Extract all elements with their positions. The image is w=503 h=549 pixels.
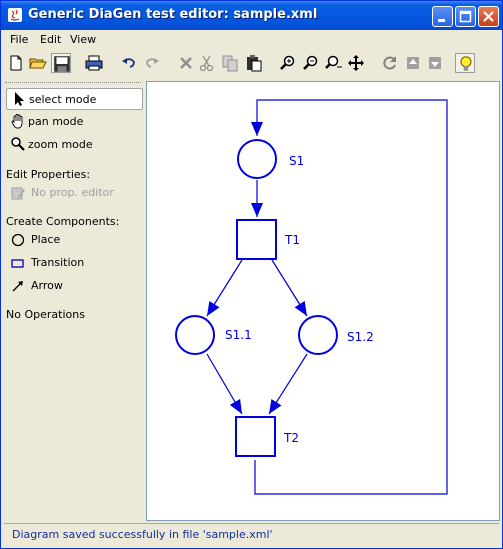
copy-icon	[222, 55, 238, 72]
magnifier-icon	[11, 137, 25, 151]
pan-mode-button[interactable]: pan mode	[6, 111, 143, 133]
arrow-icon	[12, 281, 23, 292]
zoom-fit-icon	[325, 55, 342, 69]
select-mode-button[interactable]: select mode	[6, 88, 143, 110]
minimize-icon	[438, 19, 445, 22]
title-bar[interactable]: Generic DiaGen test editor: sample.xml	[1, 1, 502, 30]
transition-tool[interactable]: Transition	[6, 254, 143, 272]
maximize-button[interactable]	[455, 6, 476, 27]
open-folder-icon	[29, 58, 47, 69]
move-button[interactable]	[346, 53, 366, 73]
no-prop-editor-label: No prop. editor	[31, 186, 114, 199]
transition-t2[interactable]	[235, 416, 276, 457]
move-icon	[348, 55, 364, 71]
print-icon	[85, 55, 103, 71]
rectangle-icon	[11, 259, 24, 268]
status-bar: Diagram saved successfully in file 'samp…	[4, 523, 499, 546]
back-icon	[407, 57, 419, 69]
zoom-out-button[interactable]	[301, 53, 321, 73]
delete-icon	[180, 57, 192, 69]
java-app-icon	[8, 8, 22, 22]
delete-button[interactable]	[176, 53, 196, 73]
left-panel: select mode pan mode zoom mode Edit Prop…	[4, 81, 144, 521]
back-button[interactable]	[403, 53, 423, 73]
cut-button[interactable]	[197, 53, 217, 73]
arc-s1-2-to-t2[interactable]	[268, 353, 308, 415]
place-s1-2[interactable]	[298, 315, 338, 355]
label-t2: T2	[283, 431, 299, 445]
zoom-fit-button[interactable]	[324, 53, 344, 73]
arc-s1-1-to-t2[interactable]	[206, 353, 243, 415]
minimize-button[interactable]	[432, 6, 453, 27]
zoom-out-icon	[303, 55, 318, 70]
forward-icon	[429, 57, 441, 69]
pan-mode-label: pan mode	[28, 115, 84, 128]
transition-label: Transition	[31, 256, 85, 269]
transition-t1[interactable]	[236, 219, 277, 260]
arc-t1-to-s1-2[interactable]	[271, 259, 308, 317]
diagram-svg: S1 T1 S1.1 S1.2 T2	[175, 99, 448, 495]
new-file-icon	[10, 55, 22, 71]
edit-properties-heading: Edit Properties:	[6, 168, 91, 181]
place-label: Place	[31, 233, 61, 246]
window-title: Generic DiaGen test editor: sample.xml	[28, 7, 318, 22]
close-button[interactable]	[478, 6, 499, 27]
label-s1: S1	[289, 154, 304, 168]
refresh-icon	[383, 56, 396, 70]
new-file-button[interactable]	[6, 53, 26, 73]
cut-icon	[199, 55, 214, 72]
arrow-cursor-icon	[15, 92, 24, 106]
hint-button[interactable]	[455, 53, 475, 73]
menu-bar: File Edit View	[4, 31, 499, 49]
menu-edit[interactable]: Edit	[40, 33, 61, 46]
app-window: Generic DiaGen test editor: sample.xml F…	[0, 0, 503, 549]
label-s1-2: S1.2	[347, 330, 374, 344]
lightbulb-icon	[460, 56, 472, 71]
toolbar	[4, 50, 499, 78]
zoom-mode-label: zoom mode	[28, 138, 93, 151]
label-s1-1: S1.1	[225, 328, 252, 342]
no-prop-editor-item: No prop. editor	[6, 184, 143, 202]
arrow-tool[interactable]: Arrow	[6, 277, 143, 295]
arc-t1-to-s1-1[interactable]	[206, 259, 243, 317]
select-mode-label: select mode	[29, 93, 97, 106]
create-components-heading: Create Components:	[6, 215, 120, 228]
status-message: Diagram saved successfully in file 'samp…	[12, 528, 273, 541]
arrow-label: Arrow	[31, 279, 63, 292]
redo-button[interactable]	[142, 53, 162, 73]
close-icon	[483, 11, 494, 22]
menu-view[interactable]: View	[70, 33, 96, 46]
place-s1-1[interactable]	[175, 315, 215, 355]
hand-icon	[11, 114, 23, 129]
refresh-button[interactable]	[380, 53, 400, 73]
undo-button[interactable]	[119, 53, 139, 73]
save-icon	[54, 56, 70, 72]
menu-file[interactable]: File	[10, 33, 28, 46]
save-button[interactable]	[51, 53, 71, 73]
redo-icon	[146, 58, 159, 68]
undo-icon	[122, 58, 135, 68]
zoom-in-button[interactable]	[278, 53, 298, 73]
print-button[interactable]	[84, 53, 104, 73]
diagram-canvas[interactable]: S1 T1 S1.1 S1.2 T2	[146, 81, 500, 521]
open-button[interactable]	[28, 53, 48, 73]
edit-properties-icon	[11, 187, 25, 200]
maximize-icon	[459, 10, 472, 23]
place-tool[interactable]: Place	[6, 231, 143, 249]
circle-icon	[11, 233, 25, 247]
zoom-in-icon	[280, 55, 295, 70]
label-t1: T1	[284, 233, 300, 247]
place-s1[interactable]	[237, 139, 277, 179]
copy-button[interactable]	[220, 53, 240, 73]
forward-button[interactable]	[425, 53, 445, 73]
zoom-mode-button[interactable]: zoom mode	[6, 134, 143, 156]
paste-button[interactable]	[244, 53, 264, 73]
paste-icon	[247, 55, 262, 72]
no-operations-text: No Operations	[6, 308, 85, 321]
